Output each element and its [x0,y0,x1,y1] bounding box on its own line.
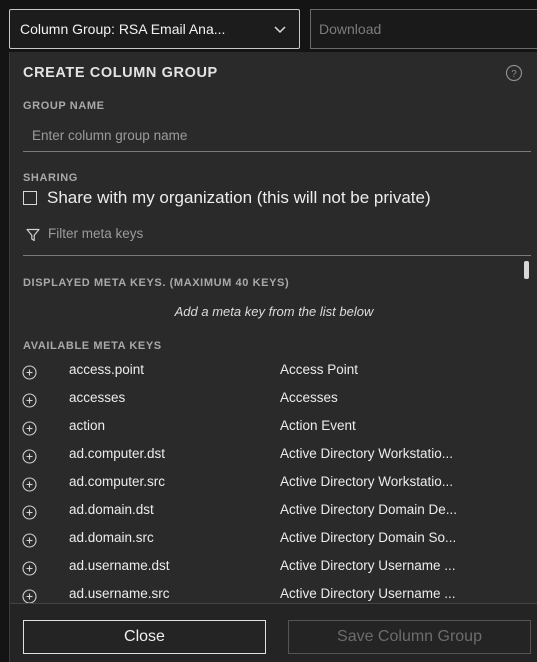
save-column-group-button[interactable]: Save Column Group [288,620,531,654]
meta-key-description: Access Point [280,362,359,377]
meta-key-name: ad.domain.dst [69,502,154,517]
meta-key-name: access.point [69,362,145,377]
meta-key-name: ad.username.dst [69,558,170,573]
list-item[interactable]: access.point Access Point [19,357,519,385]
panel-title: CREATE COLUMN GROUP [23,65,218,81]
share-option[interactable]: Share with my organization (this will no… [23,188,431,208]
add-circle-icon[interactable] [22,393,37,408]
download-label: Download [319,21,382,37]
add-circle-icon[interactable] [22,589,37,603]
meta-key-description: Active Directory Workstatio... [280,446,454,461]
list-item[interactable]: ad.username.src Active Directory Usernam… [19,581,519,603]
add-circle-icon[interactable] [22,561,37,576]
displayed-hint: Add a meta key from the list below [174,304,374,319]
list-item[interactable]: ad.username.dst Active Directory Usernam… [19,553,519,581]
download-input[interactable]: Download [310,9,537,49]
top-bar: Column Group: RSA Email Ana... Download [0,0,537,52]
list-item[interactable]: ad.domain.dst Active Directory Domain De… [19,497,519,525]
share-text: Share with my organization (this will no… [47,188,431,207]
list-item[interactable]: ad.computer.dst Active Directory Worksta… [19,441,519,469]
create-column-group-panel: CREATE COLUMN GROUP ? GROUP NAME SHARING… [9,52,537,662]
panel-footer: Close Save Column Group [10,603,537,662]
list-item[interactable]: action Action Event [19,413,519,441]
add-circle-icon[interactable] [22,421,37,436]
meta-key-description: Active Directory Username ... [280,558,456,573]
scrollbar[interactable] [524,261,529,279]
add-circle-icon[interactable] [22,533,37,548]
displayed-meta-keys-label: DISPLAYED META KEYS. (MAXIMUM 40 KEYS) [23,277,290,289]
meta-key-name: accesses [69,390,126,405]
meta-key-description: Action Event [280,418,356,433]
add-circle-icon[interactable] [22,505,37,520]
meta-key-description: Accesses [280,390,338,405]
meta-key-name: ad.computer.src [69,474,166,489]
close-button[interactable]: Close [23,620,266,654]
add-circle-icon[interactable] [22,365,37,380]
meta-key-description: Active Directory Domain De... [280,502,458,517]
filter-meta-keys-input[interactable]: Filter meta keys [23,226,531,256]
column-group-label: Column Group: RSA Email Ana... [20,21,226,37]
meta-key-name: ad.domain.src [69,530,154,545]
available-meta-keys-list: access.point Access Point accesses Acces… [19,357,519,603]
help-circle-icon[interactable]: ? [505,64,523,82]
list-item[interactable]: ad.domain.src Active Directory Domain So… [19,525,519,553]
column-group-select[interactable]: Column Group: RSA Email Ana... [9,9,300,49]
group-name-label: GROUP NAME [23,100,105,112]
available-meta-keys-label: AVAILABLE META KEYS [23,340,162,352]
share-checkbox[interactable] [23,191,37,205]
chevron-down-icon [274,26,286,34]
meta-key-name: ad.computer.dst [69,446,166,461]
meta-key-description: Active Directory Domain So... [280,530,457,545]
list-item[interactable]: accesses Accesses [19,385,519,413]
group-name-input[interactable] [23,120,531,152]
add-circle-icon[interactable] [22,449,37,464]
filter-placeholder: Filter meta keys [48,226,144,241]
sharing-label: SHARING [23,172,78,184]
filter-icon [26,228,40,242]
meta-key-description: Active Directory Username ... [280,586,456,601]
meta-key-description: Active Directory Workstatio... [280,474,454,489]
meta-key-name: action [69,418,106,433]
meta-key-name: ad.username.src [69,586,170,601]
list-item[interactable]: ad.computer.src Active Directory Worksta… [19,469,519,497]
svg-text:?: ? [511,69,517,80]
add-circle-icon[interactable] [22,477,37,492]
